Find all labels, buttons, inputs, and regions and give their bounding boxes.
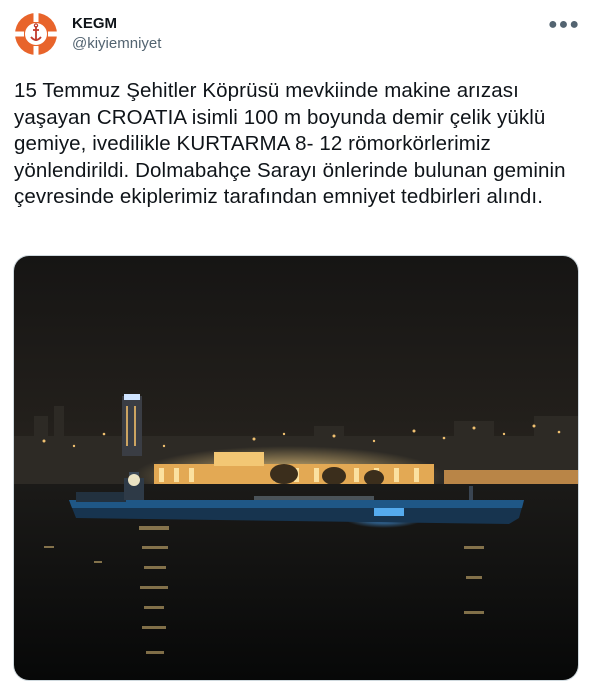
author-names: KEGM @kiyiemniyet bbox=[72, 14, 161, 54]
user-handle[interactable]: @kiyiemniyet bbox=[72, 34, 161, 54]
tweet-photo[interactable] bbox=[13, 255, 579, 681]
tweet-header: KEGM @kiyiemniyet ●●● bbox=[12, 10, 579, 60]
tweet: KEGM @kiyiemniyet ●●● 15 Temmuz Şehitler… bbox=[0, 0, 591, 686]
ship-night-photo bbox=[14, 256, 578, 680]
display-name[interactable]: KEGM bbox=[72, 14, 161, 34]
more-options-button[interactable]: ●●● bbox=[548, 10, 580, 40]
tweet-text: 15 Temmuz Şehitler Köprüsü mevkiinde mak… bbox=[14, 79, 566, 208]
avatar[interactable] bbox=[12, 10, 60, 58]
lifebuoy-logo-icon bbox=[12, 10, 60, 58]
more-horizontal-icon: ●●● bbox=[548, 16, 580, 33]
